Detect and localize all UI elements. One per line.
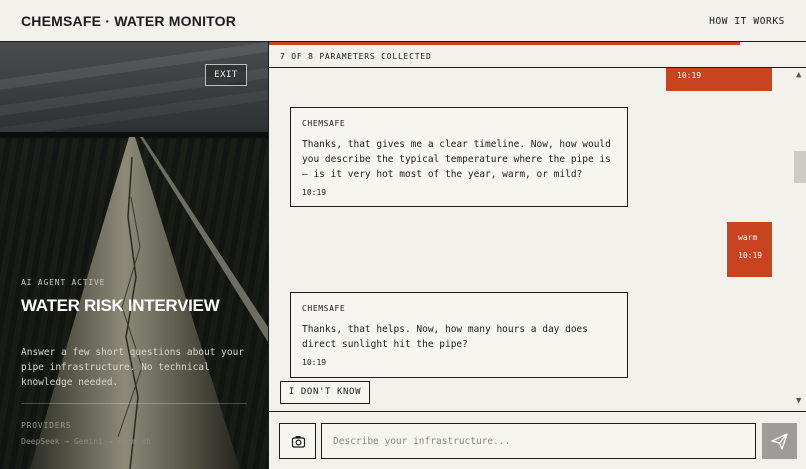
- chevron-up-icon[interactable]: ▲: [796, 70, 801, 80]
- message-time: 10:19: [302, 188, 327, 197]
- message-time: 10:19: [677, 71, 702, 80]
- progress-label: 7 OF 8 PARAMETERS COLLECTED: [280, 52, 432, 61]
- send-button[interactable]: [762, 423, 797, 459]
- camera-icon: [291, 436, 306, 448]
- sidebar-description: Answer a few short questions about your …: [21, 347, 245, 388]
- message-sender: CHEMSAFE: [302, 119, 346, 128]
- how-it-works-link[interactable]: HOW IT WORKS: [709, 16, 785, 27]
- chat-panel: 7 OF 8 PARAMETERS COLLECTED 10:19 CHEMSA…: [268, 42, 806, 469]
- exit-button[interactable]: EXIT: [205, 64, 247, 86]
- message-text: Thanks, that helps. Now, how many hours …: [302, 324, 588, 350]
- top-bar: CHEMSAFE · WATER MONITOR HOW IT WORKS: [0, 0, 806, 42]
- user-message: warm 10:19: [727, 222, 772, 277]
- send-icon: [771, 433, 788, 450]
- scrollbar-thumb[interactable]: [794, 151, 806, 183]
- message-list[interactable]: 10:19 CHEMSAFE Thanks, that gives me a c…: [269, 68, 806, 412]
- message-time: 10:19: [302, 358, 327, 367]
- scrollbar[interactable]: ▲ ▼: [793, 68, 806, 412]
- page-title: WATER RISK INTERVIEW: [21, 296, 220, 315]
- providers-list: DeepSeek → Gemini → Neon db: [21, 437, 152, 446]
- divider: [21, 403, 247, 404]
- agent-message: CHEMSAFE Thanks, that gives me a clear t…: [290, 107, 628, 207]
- dont-know-button[interactable]: I DON'T KNOW: [280, 381, 370, 404]
- sidebar-hero: EXIT AI AGENT ACTIVE WATER RISK INTERVIE…: [0, 42, 268, 469]
- message-text: warm: [738, 233, 758, 242]
- brand-logo[interactable]: CHEMSAFE · WATER MONITOR: [21, 13, 236, 29]
- progress-bar: [269, 42, 806, 45]
- message-text: Thanks, that gives me a clear timeline. …: [302, 139, 611, 180]
- message-time: 10:19: [738, 251, 763, 260]
- progress-fill: [269, 42, 740, 45]
- providers-label: PROVIDERS: [21, 421, 72, 430]
- agent-message: CHEMSAFE Thanks, that helps. Now, how ma…: [290, 292, 628, 378]
- camera-button[interactable]: [279, 423, 316, 459]
- chevron-down-icon[interactable]: ▼: [796, 396, 801, 406]
- user-message: 10:19: [666, 68, 772, 91]
- message-sender: CHEMSAFE: [302, 304, 346, 313]
- agent-status: AI AGENT ACTIVE: [21, 278, 106, 287]
- message-input[interactable]: [321, 423, 756, 459]
- divider: [269, 411, 806, 412]
